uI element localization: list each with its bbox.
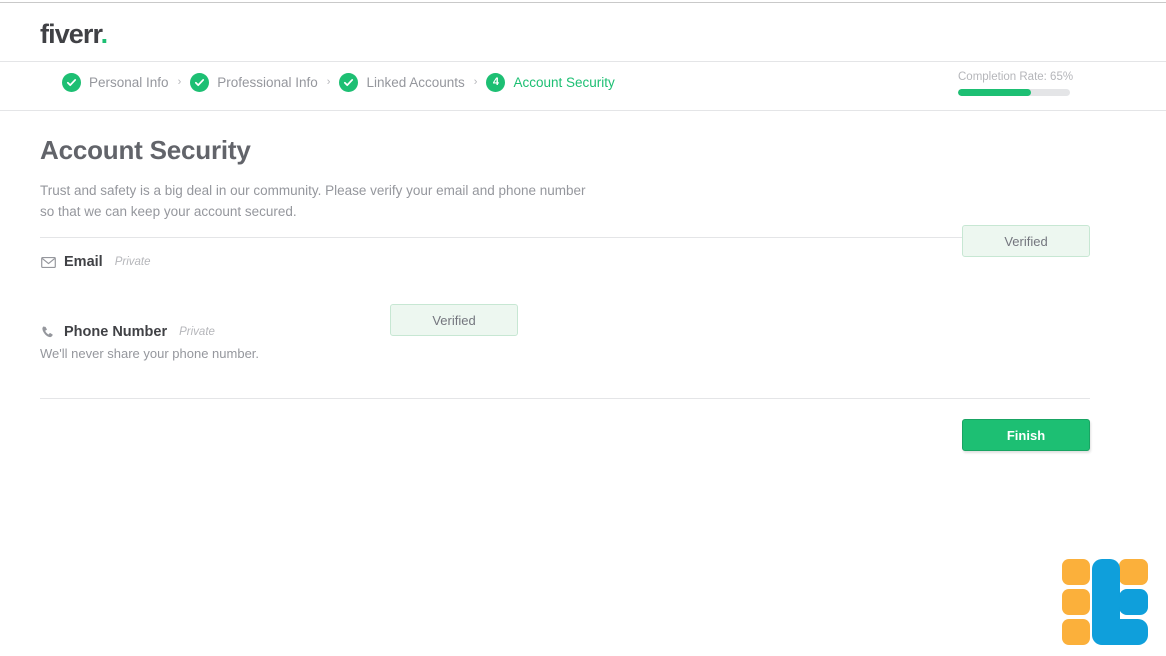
stepper-step-linked-accounts[interactable]: Linked Accounts <box>339 73 465 92</box>
email-row: Email Private <box>40 254 1090 324</box>
onboarding-stepper: Personal Info › Professional Info › Link… <box>0 63 1166 111</box>
divider-bottom <box>40 398 1090 399</box>
stepper-label: Linked Accounts <box>366 75 465 90</box>
stepper-label: Personal Info <box>89 75 169 90</box>
phone-verified-button[interactable]: Verified <box>390 304 518 336</box>
stepper-step-professional-info[interactable]: Professional Info <box>190 73 318 92</box>
stepper-step-personal-info[interactable]: Personal Info <box>62 73 169 92</box>
completion-progress-fill <box>958 89 1031 96</box>
app-root: fiverr. Personal Info › Professional Inf… <box>0 0 1166 656</box>
tl-brand-logo <box>1062 557 1148 645</box>
step-number-badge: 4 <box>486 73 506 92</box>
brand-dot: . <box>100 19 108 49</box>
envelope-icon <box>40 254 56 270</box>
page-title: Account Security <box>40 135 251 165</box>
completion-progress-track <box>958 89 1070 96</box>
divider-top <box>40 237 1090 238</box>
chevron-right-icon: › <box>473 76 478 88</box>
page-description: Trust and safety is a big deal in our co… <box>40 183 586 219</box>
step-number: 4 <box>492 76 500 88</box>
completion-rate-label: Completion Rate: 65% <box>958 71 1074 83</box>
chevron-right-icon: › <box>177 76 182 88</box>
phone-row-header: Phone Number Private <box>40 324 1090 340</box>
brand-name: fiverr <box>40 19 102 49</box>
phone-row: Phone Number Private We'll never share y… <box>40 324 1090 398</box>
email-label: Email <box>64 254 103 270</box>
email-privacy-label: Private <box>114 256 151 268</box>
completion-rate: Completion Rate: 65% <box>958 71 1074 96</box>
check-icon <box>190 73 210 92</box>
phone-icon <box>40 324 56 340</box>
stepper-step-account-security[interactable]: 4 Account Security <box>486 73 615 92</box>
email-verified-button[interactable]: Verified <box>962 225 1090 257</box>
email-row-header: Email Private <box>40 254 1090 270</box>
site-header: fiverr. <box>0 3 1166 62</box>
fiverr-logo[interactable]: fiverr. <box>40 19 108 50</box>
check-icon <box>62 73 81 92</box>
check-icon <box>339 73 359 92</box>
phone-label: Phone Number <box>64 324 168 340</box>
finish-button[interactable]: Finish <box>962 419 1090 451</box>
phone-helper-text: We'll never share your phone number. <box>40 346 260 361</box>
stepper-steps: Personal Info › Professional Info › Link… <box>62 73 615 92</box>
stepper-label: Professional Info <box>217 75 318 90</box>
stepper-label: Account Security <box>513 75 615 90</box>
chevron-right-icon: › <box>326 76 331 88</box>
phone-privacy-label: Private <box>179 326 215 338</box>
